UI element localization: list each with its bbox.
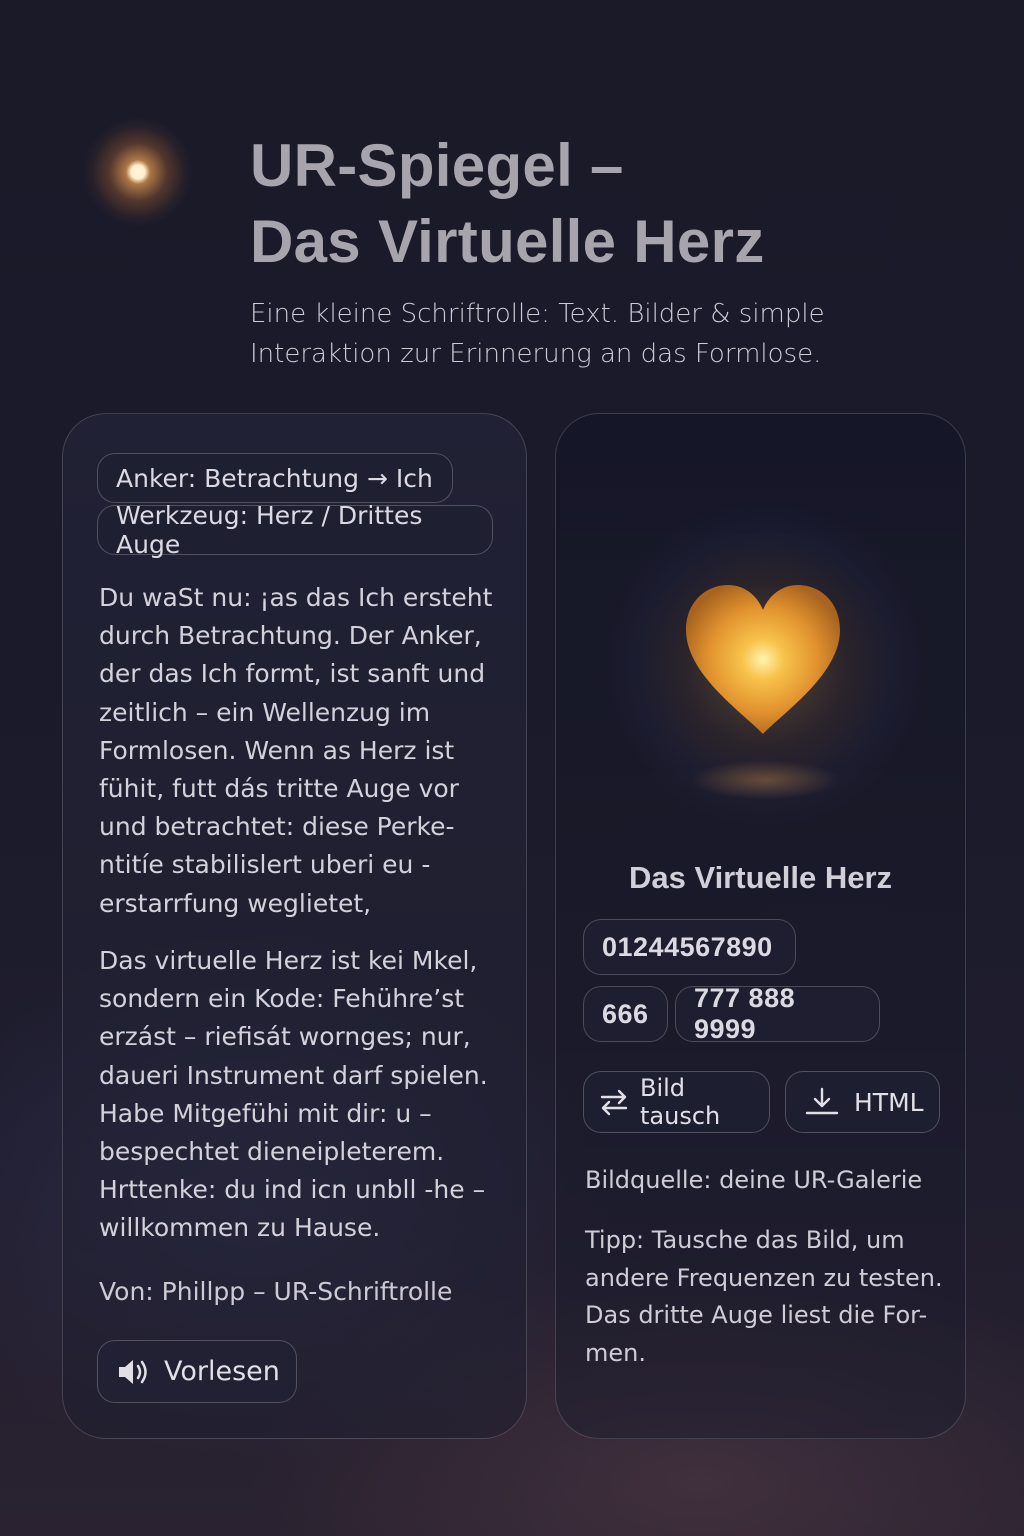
page-title: UR-Spiegel – Das Virtuelle Herz (250, 128, 765, 280)
title-line-2: Das Virtuelle Herz (250, 208, 765, 275)
image-title: Das Virtuelle Herz (628, 860, 893, 895)
image-source: Bildquelle: deine UR-Galerie (585, 1166, 923, 1194)
scroll-paragraph-2: Das virtuelle Herz ist kei Mkel, sondern… (99, 946, 488, 1243)
page-subtitle: Eine kleine Schriftrolle: Text. Bilder &… (250, 299, 825, 369)
number-chip: 666 (583, 986, 668, 1042)
swap-image-label: Bild tausch (640, 1074, 721, 1130)
read-aloud-label: Vorlesen (164, 1356, 280, 1387)
number-chip: 777 888 9999 (675, 983, 880, 1044)
read-aloud-button[interactable]: Vorlesen (97, 1340, 297, 1403)
download-html-button[interactable]: HTML (785, 1071, 940, 1133)
swap-arrows-icon (600, 1089, 628, 1116)
moon-glow (84, 118, 192, 226)
download-icon (805, 1087, 839, 1115)
scroll-paragraph-1: Du waSt nu: ¡as das Ich ersteht durch Be… (99, 583, 493, 918)
anchor-chip: Anker: Betrachtung → Ich (97, 453, 453, 503)
tip-text: Tipp: Tausche das Bild, um andere Freque… (585, 1226, 943, 1367)
download-html-label: HTML (854, 1087, 924, 1117)
heart-icon (686, 585, 840, 734)
tool-chip: Werkzeug: Herz / Drittes Auge (97, 501, 493, 559)
title-line-1: UR-Spiegel – (250, 132, 624, 199)
author-line: Von: Phillpp – UR-Schriftrolle (99, 1277, 453, 1306)
speaker-icon (119, 1359, 147, 1384)
heart-reflection (690, 760, 840, 800)
number-chip: 01244567890 (583, 919, 796, 975)
swap-image-button[interactable]: Bild tausch (583, 1071, 770, 1133)
